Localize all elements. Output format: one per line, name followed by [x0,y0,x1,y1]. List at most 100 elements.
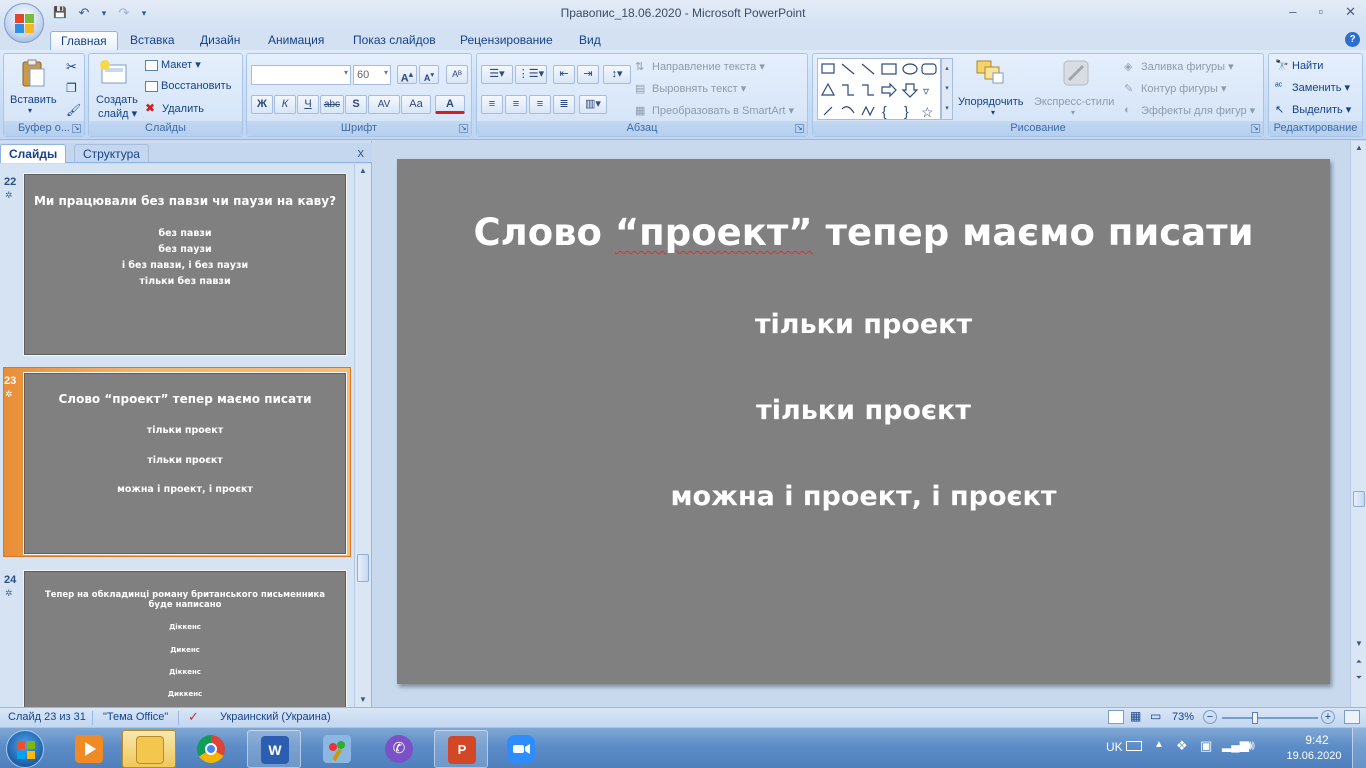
align-left-button[interactable]: ≡ [481,95,503,114]
arrange-icon[interactable] [975,58,1005,88]
tab-review[interactable]: Рецензирование [450,31,563,50]
taskbar-paint[interactable] [310,730,364,768]
previous-slide-icon[interactable]: ⏶ [1351,655,1366,669]
thumbnail-scrollbar[interactable]: ▲ ▼ [354,164,371,707]
find-button[interactable]: 🔭 Найти [1275,59,1323,73]
tab-design[interactable]: Дизайн [190,31,250,50]
new-slide-dropdown[interactable]: слайд ▾ [98,107,137,120]
decrease-indent-button[interactable]: ⇤ [553,65,575,84]
scroll-up-icon[interactable]: ▲ [355,164,371,178]
normal-view-icon[interactable] [1108,710,1124,724]
taskbar-zoom[interactable] [494,730,548,768]
language-indicator-tray[interactable]: UK [1106,740,1123,754]
taskbar-viber[interactable]: ✆ [372,730,426,768]
taskbar-powerpoint[interactable]: P [434,730,488,768]
start-button[interactable] [6,730,44,768]
quick-styles-icon[interactable] [1061,58,1091,88]
shape-effects-button[interactable]: ◐ Эффекты для фигур ▾ [1124,104,1255,118]
format-painter-icon[interactable]: 🖌 [66,103,81,117]
italic-button[interactable]: К [274,95,296,114]
pane-close-button[interactable]: x [358,145,365,160]
volume-icon[interactable]: 🔊︎ [1246,737,1255,754]
slide-line-2[interactable]: тільки проєкт [397,395,1330,426]
next-slide-icon[interactable]: ⏷ [1351,671,1366,685]
slide-thumbnail-24[interactable]: Тепер на обкладинці роману британського … [23,570,347,707]
underline-button[interactable]: Ч [297,95,319,114]
replace-button[interactable]: ᵃᶜ Заменить ▾ [1275,81,1350,95]
fit-slide-icon[interactable] [1344,710,1360,724]
keyboard-icon[interactable] [1126,741,1142,751]
reset-button[interactable]: Восстановить [145,80,231,92]
help-icon[interactable]: ? [1345,32,1360,47]
tab-slides[interactable]: Слайды [0,144,67,163]
cut-icon[interactable]: ✂ [66,59,77,75]
thumbnail-scroll-thumb[interactable] [357,554,369,582]
tab-animation[interactable]: Анимация [258,31,334,50]
tab-home[interactable]: Главная [50,31,118,50]
arrange-button[interactable]: Упорядочить [958,96,1023,108]
new-slide-icon[interactable] [99,59,129,89]
zoom-out-button[interactable]: − [1203,710,1217,724]
arrange-dropdown-icon[interactable]: ▾ [991,108,995,117]
align-text-button[interactable]: ▤ Выровнять текст ▾ [635,82,746,96]
clear-formatting-button[interactable]: Aᴮ [446,65,468,84]
shrink-font-button[interactable]: A▾ [419,65,439,84]
change-case-button[interactable]: Aa [401,95,431,114]
align-center-button[interactable]: ≡ [505,95,527,114]
paragraph-launcher-icon[interactable]: ↘ [795,124,804,133]
usb-device-icon[interactable]: ▣ [1200,738,1212,754]
line-spacing-button[interactable]: ↕▾ [603,65,631,84]
network-signal-icon[interactable]: ▂▄▆ [1222,738,1249,752]
taskbar-word[interactable]: W [247,730,301,768]
select-button[interactable]: ↖ Выделить ▾ [1275,103,1351,117]
shadow-button[interactable]: S [345,95,367,114]
quick-styles-button[interactable]: Экспресс-стили [1034,96,1114,108]
spellcheck-icon[interactable]: ✓ [188,709,199,725]
slide-scrollbar[interactable]: ▲ ▼ ⏶ ⏷ [1350,141,1366,707]
scroll-up-icon[interactable]: ▲ [1351,141,1366,155]
paste-button[interactable]: Вставить [10,94,57,106]
font-color-button[interactable]: A [435,95,465,114]
copy-icon[interactable]: ❐ [66,81,77,95]
font-name-box[interactable]: ▾ [251,65,351,85]
delete-button[interactable]: ✖ Удалить [145,102,204,116]
dropbox-icon[interactable]: ❖ [1176,738,1188,754]
font-launcher-icon[interactable]: ↘ [459,124,468,133]
current-slide[interactable]: Слово “проект” тепер маємо писати тільки… [397,159,1330,684]
tab-outline[interactable]: Структура [74,144,149,163]
shape-fill-button[interactable]: ◈ Заливка фигуры ▾ [1124,60,1234,74]
tab-insert[interactable]: Вставка [120,31,185,50]
slide-scroll-thumb[interactable] [1353,491,1365,507]
close-button[interactable]: ✕ [1345,4,1356,20]
quick-styles-dropdown-icon[interactable]: ▾ [1071,108,1075,117]
clock-date[interactable]: 19.06.2020 [1276,750,1352,762]
convert-smartart-button[interactable]: ▦ Преобразовать в SmartArt ▾ [635,104,794,118]
zoom-level[interactable]: 73% [1172,711,1194,723]
minimize-button[interactable]: – [1289,4,1296,20]
layout-button[interactable]: Макет ▾ [145,58,201,71]
office-button[interactable] [4,3,44,43]
align-right-button[interactable]: ≡ [529,95,551,114]
paste-icon[interactable] [18,59,48,89]
clipboard-launcher-icon[interactable]: ↘ [72,124,81,133]
font-size-box[interactable]: 60 ▾ [353,65,391,85]
shape-outline-button[interactable]: ✎ Контур фигуры ▾ [1124,82,1227,96]
increase-indent-button[interactable]: ⇥ [577,65,599,84]
character-spacing-button[interactable]: AV [368,95,400,114]
taskbar-media-player[interactable] [62,730,116,768]
maximize-button[interactable]: ▫ [1318,4,1323,20]
slide-title[interactable]: Слово “проект” тепер маємо писати [397,211,1330,254]
slide-sorter-icon[interactable]: ▦ [1130,709,1141,723]
new-slide-button[interactable]: Создать [96,94,138,106]
strikethrough-button[interactable]: abc [320,95,344,114]
slide-thumbnail-22[interactable]: Ми працювали без павзи чи паузи на каву?… [23,173,347,356]
paste-dropdown-icon[interactable]: ▾ [28,106,32,115]
grow-font-button[interactable]: A▴ [397,65,417,85]
scroll-down-icon[interactable]: ▼ [355,693,371,707]
scroll-down-icon[interactable]: ▼ [1351,637,1366,651]
show-desktop-button[interactable] [1352,728,1366,768]
shapes-scrollbar[interactable]: ▴ ▾ ▾ [941,58,953,120]
text-direction-button[interactable]: ⇅ Направление текста ▾ [635,60,765,74]
zoom-slider[interactable] [1222,717,1318,719]
drawing-launcher-icon[interactable]: ↘ [1251,124,1260,133]
